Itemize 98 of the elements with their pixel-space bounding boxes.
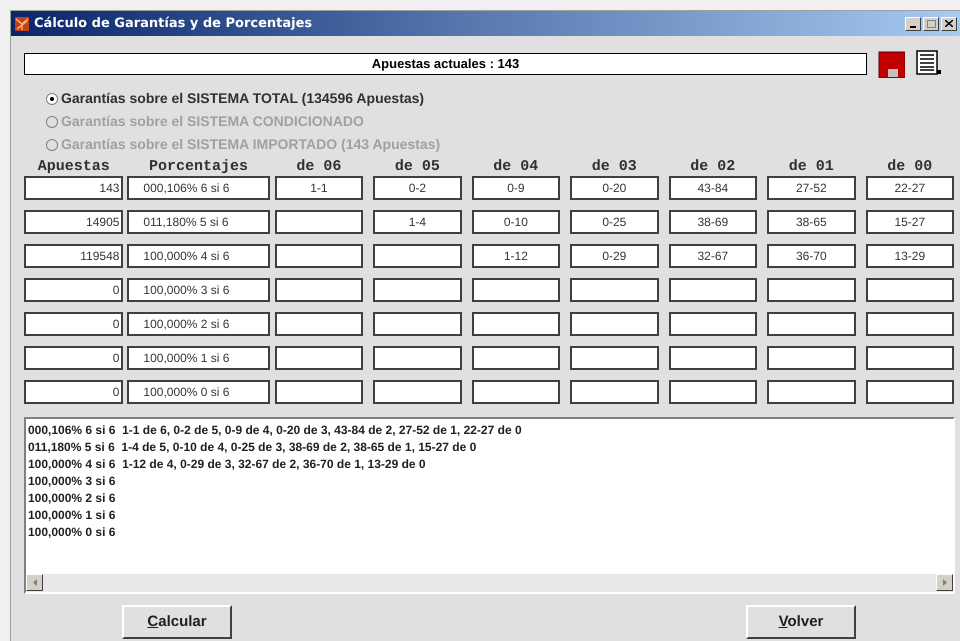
range-field[interactable] <box>472 380 560 404</box>
range-field[interactable] <box>668 346 758 370</box>
range-field[interactable] <box>668 312 758 336</box>
range-field[interactable]: 0-10 <box>472 210 560 234</box>
percentage-field[interactable]: 011,180% 5 si 6 <box>127 210 270 234</box>
result-line: 100,000% 0 si 6 <box>28 524 116 541</box>
range-field[interactable] <box>274 278 364 302</box>
result-line: 100,000% 4 si 6 1-12 de 4, 0-29 de 3, 32-67 de 2, 36-70 de 1, 13-29 de 0 <box>28 456 427 473</box>
range-field[interactable]: 43-84 <box>668 176 758 200</box>
result-line: 100,000% 2 si 6 <box>28 490 116 507</box>
result-line: 011,180% 5 si 6 1-4 de 5, 0-10 de 4, 0-25 de 3, 38-69 de 2, 38-65 de 1, 15-27 de 0 <box>28 439 478 456</box>
column-header: Apuestas <box>36 157 111 178</box>
minimize-button[interactable] <box>905 16 921 30</box>
result-line: 000,106% 6 si 6 1-1 de 6, 0-2 de 5, 0-9 de 4, 0-20 de 3, 43-84 de 2, 27-52 de 1, 22-27 de 0 <box>28 422 523 439</box>
bets-field[interactable]: 0 <box>24 346 124 370</box>
right-arrow-icon <box>942 579 946 586</box>
range-field[interactable] <box>274 312 364 336</box>
range-field[interactable] <box>866 380 954 404</box>
bets-field[interactable]: 0 <box>24 312 124 336</box>
column-header: de 01 <box>788 157 835 178</box>
percentage-field[interactable]: 000,106% 6 si 6 <box>127 176 270 200</box>
range-field[interactable]: 38-65 <box>767 210 856 234</box>
range-field[interactable]: 32-67 <box>668 244 758 268</box>
left-arrow-icon <box>32 579 36 586</box>
percentage-field[interactable]: 100,000% 3 si 6 <box>127 278 270 302</box>
bets-field[interactable]: 0 <box>24 380 124 404</box>
back-button[interactable]: Volver <box>746 605 856 639</box>
range-field[interactable] <box>767 278 856 302</box>
range-field[interactable]: 0-20 <box>570 176 659 200</box>
maximize-button[interactable] <box>923 16 939 30</box>
percentage-field[interactable]: 100,000% 0 si 6 <box>127 380 270 404</box>
range-field[interactable] <box>472 346 560 370</box>
range-field[interactable] <box>767 380 856 404</box>
range-field[interactable] <box>767 346 856 370</box>
range-field[interactable] <box>570 346 659 370</box>
percentage-field[interactable]: 100,000% 2 si 6 <box>127 312 270 336</box>
range-field[interactable] <box>373 244 462 268</box>
radio-button[interactable] <box>46 92 58 104</box>
close-icon <box>945 20 953 27</box>
save-icon[interactable] <box>877 50 905 78</box>
column-header: de 05 <box>394 157 441 178</box>
column-header: Porcentajes <box>148 157 250 178</box>
column-header: de 04 <box>492 157 540 178</box>
radio-label[interactable]: Garantías sobre el SISTEMA TOTAL (134596 Apuestas) <box>61 88 424 109</box>
range-field[interactable]: 15-27 <box>866 210 954 234</box>
column-header: de 02 <box>689 157 736 178</box>
result-line: 100,000% 1 si 6 <box>28 507 116 524</box>
range-field[interactable]: 0-9 <box>472 176 560 200</box>
percentage-field[interactable]: 100,000% 1 si 6 <box>127 346 270 370</box>
bets-field[interactable]: 0 <box>24 278 124 302</box>
range-field[interactable]: 1-12 <box>472 244 560 268</box>
bets-summary-field: Apuestas actuales : 143 <box>24 53 867 75</box>
range-field[interactable] <box>767 312 856 336</box>
calculate-button[interactable]: Calcular <box>122 605 232 639</box>
range-field[interactable] <box>472 278 560 302</box>
scroll-left-button[interactable] <box>26 574 43 591</box>
minimize-icon <box>910 26 916 28</box>
range-field[interactable] <box>570 312 659 336</box>
range-field[interactable]: 0-25 <box>570 210 659 234</box>
range-field[interactable]: 38-69 <box>668 210 758 234</box>
range-field[interactable] <box>373 380 462 404</box>
range-field[interactable] <box>274 380 364 404</box>
column-header: de 06 <box>295 157 342 178</box>
range-field[interactable] <box>274 346 364 370</box>
column-header: de 03 <box>590 157 638 178</box>
close-button[interactable] <box>941 16 957 30</box>
range-field[interactable] <box>866 346 954 370</box>
range-field[interactable]: 0-29 <box>570 244 659 268</box>
bets-field[interactable]: 119548 <box>24 244 124 268</box>
range-field[interactable]: 27-52 <box>767 176 856 200</box>
percentage-field[interactable]: 100,000% 4 si 6 <box>127 244 270 268</box>
range-field[interactable] <box>668 380 758 404</box>
range-field[interactable] <box>866 278 954 302</box>
range-field[interactable] <box>570 380 659 404</box>
bets-field[interactable]: 143 <box>24 176 124 200</box>
range-field[interactable]: 1-1 <box>274 176 364 200</box>
range-field[interactable]: 36-70 <box>767 244 856 268</box>
range-field[interactable]: 13-29 <box>866 244 954 268</box>
range-field[interactable]: 22-27 <box>866 176 954 200</box>
range-field[interactable] <box>866 312 954 336</box>
app-icon <box>14 16 30 32</box>
column-header: de 00 <box>886 157 934 178</box>
range-field[interactable]: 1-4 <box>373 210 462 234</box>
window-title: Cálculo de Garantías y de Porcentajes <box>34 14 314 33</box>
horizontal-scrollbar[interactable] <box>26 574 953 592</box>
range-field[interactable] <box>570 278 659 302</box>
range-field[interactable] <box>373 346 462 370</box>
result-line: 100,000% 3 si 6 <box>28 473 116 490</box>
range-field[interactable] <box>274 244 364 268</box>
range-field[interactable] <box>668 278 758 302</box>
range-field[interactable] <box>373 312 462 336</box>
range-field[interactable] <box>274 210 364 234</box>
scroll-right-button[interactable] <box>936 574 953 591</box>
range-field[interactable]: 0-2 <box>373 176 462 200</box>
bets-field[interactable]: 14905 <box>24 210 124 234</box>
maximize-icon <box>926 20 936 28</box>
range-field[interactable] <box>472 312 560 336</box>
range-field[interactable] <box>373 278 462 302</box>
